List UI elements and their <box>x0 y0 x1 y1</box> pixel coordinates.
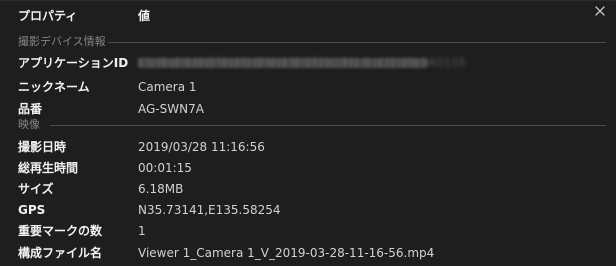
properties-panel: プロパティ 値 撮影デバイス情報 アプリケーションID 01d9a83d4079… <box>0 0 616 266</box>
important-marks-label: 重要マークの数 <box>18 224 103 238</box>
value-column-header: 値 <box>138 9 151 23</box>
app-id-value: 01d9a83d4079b9fc0f46438383b196c4cd31d8b0… <box>138 56 466 69</box>
section-video: 映像 <box>0 117 616 133</box>
section-video-label: 映像 <box>18 118 40 131</box>
recording-date-label: 撮影日時 <box>18 140 67 154</box>
row-important-marks: 重要マークの数 1 <box>0 221 616 241</box>
size-label: サイズ <box>18 182 54 196</box>
row-gps: GPS N35.73141,E135.58254 <box>0 200 616 220</box>
section-divider <box>108 42 606 43</box>
section-divider <box>50 125 606 126</box>
gps-label: GPS <box>18 203 46 217</box>
size-value: 6.18MB <box>138 182 184 196</box>
header-row: プロパティ 値 <box>0 6 616 26</box>
file-name-value: Viewer 1_Camera 1_V_2019-03-28-11-16-56.… <box>138 246 435 260</box>
row-duration: 総再生時間 00:01:15 <box>0 158 616 178</box>
nickname-label: ニックネーム <box>18 80 90 94</box>
important-marks-value: 1 <box>138 224 146 238</box>
recording-date-value: 2019/03/28 11:16:56 <box>138 140 265 154</box>
nickname-value: Camera 1 <box>138 80 197 94</box>
app-id-label: アプリケーションID <box>18 56 129 70</box>
file-name-label: 構成ファイル名 <box>18 246 103 260</box>
row-model: 品番 AG-SWN7A <box>0 99 616 119</box>
row-recording-date: 撮影日時 2019/03/28 11:16:56 <box>0 137 616 157</box>
section-device-info: 撮影デバイス情報 <box>0 34 616 50</box>
row-file-name: 構成ファイル名 Viewer 1_Camera 1_V_2019-03-28-1… <box>0 243 616 263</box>
property-column-header: プロパティ <box>18 9 78 23</box>
section-device-label: 撮影デバイス情報 <box>18 35 106 48</box>
row-app-id: アプリケーションID 01d9a83d4079b9fc0f46438383b19… <box>0 53 616 73</box>
model-value: AG-SWN7A <box>138 102 204 116</box>
row-size: サイズ 6.18MB <box>0 179 616 199</box>
gps-value: N35.73141,E135.58254 <box>138 203 281 217</box>
duration-value: 00:01:15 <box>138 161 192 175</box>
model-label: 品番 <box>18 102 43 116</box>
row-nickname: ニックネーム Camera 1 <box>0 77 616 97</box>
duration-label: 総再生時間 <box>18 161 79 175</box>
